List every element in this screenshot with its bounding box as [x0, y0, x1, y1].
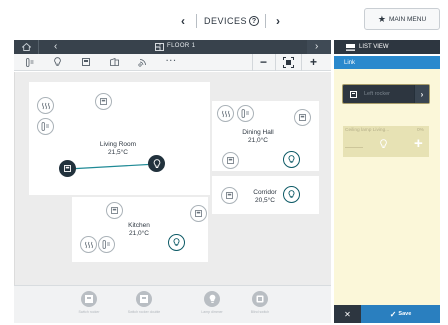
- device-tray: [14, 285, 331, 323]
- radiator-icon: [41, 102, 50, 109]
- thermostat-icon: [41, 122, 49, 131]
- list-icon: [346, 43, 355, 51]
- switch-device[interactable]: [294, 109, 311, 126]
- bulb-icon: [209, 294, 215, 303]
- thermostat-device[interactable]: [37, 118, 54, 135]
- radiator-device[interactable]: [80, 236, 97, 253]
- checkmark-icon: ✓: [389, 309, 397, 319]
- switch-device[interactable]: [190, 205, 207, 222]
- thermostat-icon: [102, 240, 110, 249]
- lamp-device[interactable]: [168, 234, 185, 251]
- tray-item-label: Blind switch: [250, 310, 270, 314]
- bulb-icon: [173, 238, 180, 247]
- save-label: Save: [398, 311, 412, 317]
- switch-icon: [299, 114, 306, 121]
- switch-icon: [85, 295, 93, 303]
- save-button[interactable]: ✓ Save: [361, 305, 440, 323]
- left-rocker-card[interactable]: Left rocker ›: [342, 84, 430, 104]
- bulb-icon: [153, 158, 160, 168]
- list-view-label: LIST VIEW: [359, 44, 389, 50]
- linked-lamp-card[interactable]: Ceiling lamp Living... 0% +: [343, 126, 429, 157]
- rocker-label: Left rocker: [364, 91, 390, 97]
- thermostat-device[interactable]: [237, 105, 254, 122]
- switch-icon: [195, 210, 202, 217]
- bulb-icon: [380, 139, 387, 148]
- rocker-next-button[interactable]: ›: [414, 85, 429, 103]
- switch-icon: [227, 157, 234, 164]
- bulb-icon: [288, 190, 295, 199]
- tray-switch-rocker-double[interactable]: [136, 291, 152, 307]
- switch-device[interactable]: [106, 202, 123, 219]
- lamp-device-selected[interactable]: [148, 155, 165, 172]
- switch-icon: [140, 295, 148, 303]
- rocker-switch-device-selected[interactable]: [59, 160, 76, 177]
- tray-switch-rocker[interactable]: [81, 291, 97, 307]
- tray-blind-switch[interactable]: [252, 291, 268, 307]
- tray-item-label: Switch rocker: [78, 310, 100, 314]
- thermostat-icon: [241, 109, 249, 118]
- tray-lamp-dimmer[interactable]: [204, 291, 220, 307]
- link-panel: [334, 69, 440, 305]
- bulb-icon: [288, 155, 295, 164]
- switch-device[interactable]: [221, 187, 238, 204]
- cancel-button[interactable]: ✕: [334, 305, 361, 323]
- lamp-device[interactable]: [283, 151, 300, 168]
- lamp-percent: 0%: [417, 128, 424, 133]
- thermostat-device[interactable]: [98, 236, 115, 253]
- radiator-device[interactable]: [37, 97, 54, 114]
- link-tab[interactable]: Link: [334, 56, 440, 69]
- radiator-icon: [84, 241, 93, 248]
- switch-device[interactable]: [222, 152, 239, 169]
- radiator-device[interactable]: [217, 105, 234, 122]
- switch-icon: [64, 165, 71, 172]
- list-view-header[interactable]: LIST VIEW: [334, 40, 440, 54]
- switch-icon: [350, 90, 357, 98]
- switch-icon: [226, 192, 233, 199]
- lamp-device[interactable]: [283, 186, 300, 203]
- switch-icon: [100, 98, 107, 105]
- lamp-level-bar: [345, 147, 363, 148]
- blind-icon: [256, 295, 264, 303]
- add-link-button[interactable]: +: [414, 136, 423, 151]
- switch-device[interactable]: [95, 93, 112, 110]
- lamp-name: Ceiling lamp Living...: [345, 128, 390, 133]
- tray-item-label: Lamp dimmer: [201, 310, 223, 314]
- radiator-icon: [221, 110, 230, 117]
- tray-item-label: Switch rocker double: [127, 310, 161, 314]
- switch-icon: [111, 207, 118, 214]
